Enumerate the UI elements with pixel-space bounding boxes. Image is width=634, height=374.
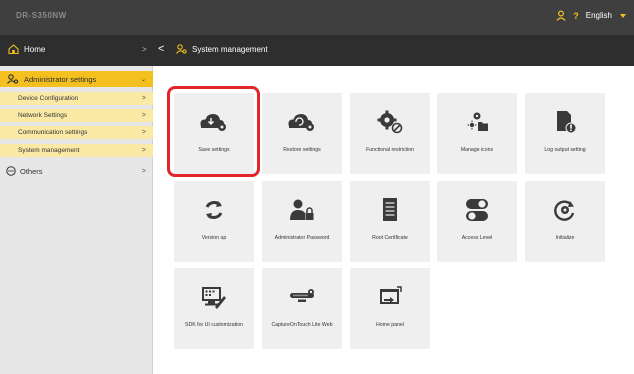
- device-model: DR-S350NW: [16, 11, 67, 20]
- tile-functional-restriction[interactable]: Functional restriction: [350, 93, 430, 174]
- chevron-right-icon: >: [141, 167, 146, 175]
- sidebar-item-label: Communication settings: [18, 129, 88, 136]
- tile-label: CaptureOnTouch Lite Web: [271, 322, 333, 328]
- chevron-right-icon: >: [141, 147, 146, 154]
- tile-home-panel[interactable]: Home panel: [350, 268, 430, 349]
- tile-label: Manage icons: [460, 147, 494, 153]
- window-swap-icon: [350, 282, 430, 312]
- tile-root-certificate[interactable]: Root Certificate: [350, 181, 430, 262]
- page-title: System management: [192, 44, 268, 54]
- tile-label: Log output setting: [544, 147, 586, 153]
- home-link[interactable]: Home: [8, 44, 45, 54]
- sidebar-item-device-configuration[interactable]: Device Configuration >: [0, 92, 153, 105]
- user-lock-icon: [262, 195, 342, 225]
- tile-label: Access Level: [461, 235, 493, 241]
- help-icon[interactable]: ?: [573, 11, 579, 21]
- sidebar-item-label: System management: [18, 147, 80, 154]
- tile-label: Restore settings: [283, 147, 321, 153]
- document-list-icon: [350, 195, 430, 225]
- language-selector[interactable]: English: [586, 11, 626, 20]
- tile-initialize[interactable]: Initialize: [525, 181, 605, 262]
- chevron-right-icon: >: [141, 129, 146, 136]
- top-bar: DR-S350NW ? English: [0, 0, 634, 35]
- monitor-tools-icon: [174, 282, 254, 312]
- tile-captureontouch-lite-web[interactable]: CaptureOnTouch Lite Web: [262, 268, 342, 349]
- chevron-down-icon: ⌄: [140, 76, 146, 83]
- top-right-controls: ? English: [556, 10, 626, 21]
- tile-version-up[interactable]: Version up: [174, 181, 254, 262]
- tile-restore-settings[interactable]: Restore settings: [262, 93, 342, 174]
- sidebar-item-label: Device Configuration: [18, 95, 79, 102]
- reset-gear-icon: [525, 195, 605, 225]
- capture-app-icon: [262, 282, 342, 312]
- home-icon: [8, 44, 19, 54]
- tile-sdk-ui-customization[interactable]: SDK for UI customization: [174, 268, 254, 349]
- user-gear-icon: [176, 44, 187, 54]
- home-label: Home: [24, 44, 46, 54]
- cloud-restore-gear-icon: [262, 107, 342, 137]
- sidebar-item-label: Others: [20, 166, 43, 176]
- gears-forbidden-icon: [350, 107, 430, 137]
- tile-label: Version up: [201, 235, 227, 241]
- document-alert-icon: [525, 107, 605, 137]
- tile-label: Functional restriction: [366, 147, 414, 153]
- tile-label: Home panel: [376, 322, 404, 328]
- tile-manage-icons[interactable]: Manage icons: [437, 93, 517, 174]
- home-chevron-icon[interactable]: >: [142, 45, 147, 54]
- sidebar-item-communication-settings[interactable]: Communication settings >: [0, 126, 153, 139]
- tile-label: Root Certificate: [372, 235, 408, 241]
- user-gear-icon: [7, 74, 19, 84]
- more-circle-icon: [6, 166, 16, 176]
- refresh-icon: [174, 195, 254, 225]
- sidebar: Administrator settings ⌄ Device Configur…: [0, 66, 153, 374]
- chevron-down-icon: [620, 13, 626, 18]
- tile-label: Administrator Password: [274, 235, 330, 241]
- nav-bar: Home > < System management: [0, 35, 634, 66]
- tile-log-output-setting[interactable]: Log output setting: [525, 93, 605, 174]
- sidebar-item-label: Administrator settings: [24, 74, 97, 84]
- tile-access-level[interactable]: Access Level: [437, 181, 517, 262]
- tile-label: Initialize: [555, 235, 575, 241]
- chevron-right-icon: >: [141, 95, 146, 102]
- sidebar-item-system-management[interactable]: System management >: [0, 144, 153, 157]
- user-icon[interactable]: [556, 10, 566, 21]
- tile-label: SDK for UI customization: [185, 322, 243, 328]
- sidebar-item-network-settings[interactable]: Network Settings >: [0, 109, 153, 122]
- chevron-right-icon: >: [141, 112, 146, 119]
- toggle-switches-icon: [437, 195, 517, 225]
- breadcrumb: System management: [176, 44, 268, 54]
- sidebar-item-administrator-settings[interactable]: Administrator settings ⌄: [0, 71, 153, 87]
- gear-folder-icon: [437, 107, 517, 137]
- tile-administrator-password[interactable]: Administrator Password: [262, 181, 342, 262]
- sidebar-item-others[interactable]: Others >: [0, 164, 153, 178]
- highlight-frame: [167, 86, 260, 177]
- back-button[interactable]: <: [158, 43, 164, 55]
- sidebar-item-label: Network Settings: [18, 112, 68, 119]
- language-label: English: [585, 11, 612, 20]
